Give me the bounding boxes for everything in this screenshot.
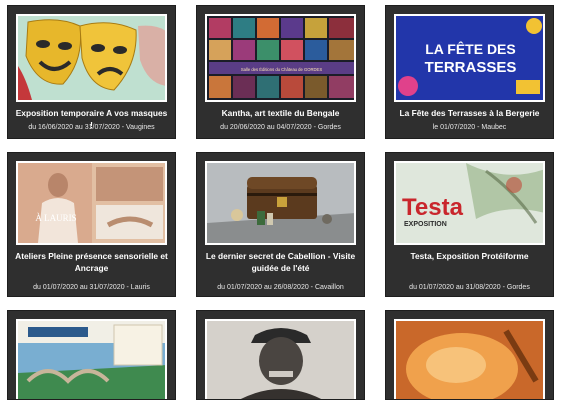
image-caption: Salle des Éditions du Château de GORDES (241, 67, 322, 72)
event-dates-location: le 01/07/2020 - Maubec (432, 124, 507, 131)
poster-sub: EXPOSITION (404, 221, 447, 228)
treasure-chest-image (207, 163, 354, 243)
poster-line1: LA FÊTE DES (425, 40, 516, 57)
textile-mosaic-image: Salle des Éditions du Château de GORDES (207, 16, 354, 100)
event-title[interactable]: Ateliers Pleine présence sensorielle et … (14, 250, 169, 274)
event-thumbnail[interactable]: À LAURIS (16, 161, 167, 245)
poster-line2: TERRASSES (425, 59, 517, 76)
event-dates-location: du 01/07/2020 au 31/08/2020 - Gordes (409, 284, 530, 291)
poster-word: Testa (402, 194, 464, 221)
event-card-7[interactable] (7, 310, 176, 400)
testa-poster-image: Testa EXPOSITION (396, 163, 543, 243)
event-thumbnail[interactable]: Salle des Éditions du Château de GORDES (205, 14, 356, 102)
event-card-fete-terrasses[interactable]: LA FÊTE DES TERRASSES La Fête des Terras… (385, 5, 554, 139)
event-card-8[interactable] (196, 310, 365, 400)
event-thumbnail[interactable] (16, 14, 167, 102)
event-thumbnail[interactable] (205, 161, 356, 245)
event-title[interactable]: Kantha, art textile du Bengale (203, 107, 358, 119)
portrait-image (207, 321, 354, 399)
event-thumbnail[interactable]: Testa EXPOSITION (394, 161, 545, 245)
image-caption: À LAURIS (35, 213, 76, 223)
event-dates-location: du 01/07/2020 au 31/07/2020 - Lauris (33, 284, 150, 291)
event-card-cabellion[interactable]: Le dernier secret de Cabellion - Visite … (196, 152, 365, 297)
event-thumbnail[interactable]: LA FÊTE DES TERRASSES (394, 14, 545, 102)
event-card-testa[interactable]: Testa EXPOSITION Testa, Exposition Proté… (385, 152, 554, 297)
event-dates-location: du 01/07/2020 au 26/08/2020 - Cavaillon (217, 284, 344, 291)
event-title[interactable]: La Fête des Terrasses à la Bergerie (392, 107, 547, 119)
event-dates-location: du 16/06/2020 au 31/07/2020 - Vaugines (28, 124, 155, 131)
event-dates-location: du 20/06/2020 au 04/07/2020 - Gordes (220, 124, 341, 131)
food-image (396, 321, 543, 399)
event-title[interactable]: Le dernier secret de Cabellion - Visite … (203, 250, 358, 274)
theatre-masks-image (18, 16, 165, 100)
meditation-image: À LAURIS (18, 163, 165, 243)
event-card-kantha[interactable]: Salle des Éditions du Château de GORDES … (196, 5, 365, 139)
event-card-lauris[interactable]: À LAURIS Ateliers Pleine présence sensor… (7, 152, 176, 297)
village-poster-image (18, 321, 165, 399)
event-card-masques[interactable]: Exposition temporaire A vos masques ! du… (7, 5, 176, 139)
event-title[interactable]: Testa, Exposition Protéiforme (392, 250, 547, 262)
fete-poster-image: LA FÊTE DES TERRASSES (396, 16, 543, 100)
event-card-9[interactable] (385, 310, 554, 400)
